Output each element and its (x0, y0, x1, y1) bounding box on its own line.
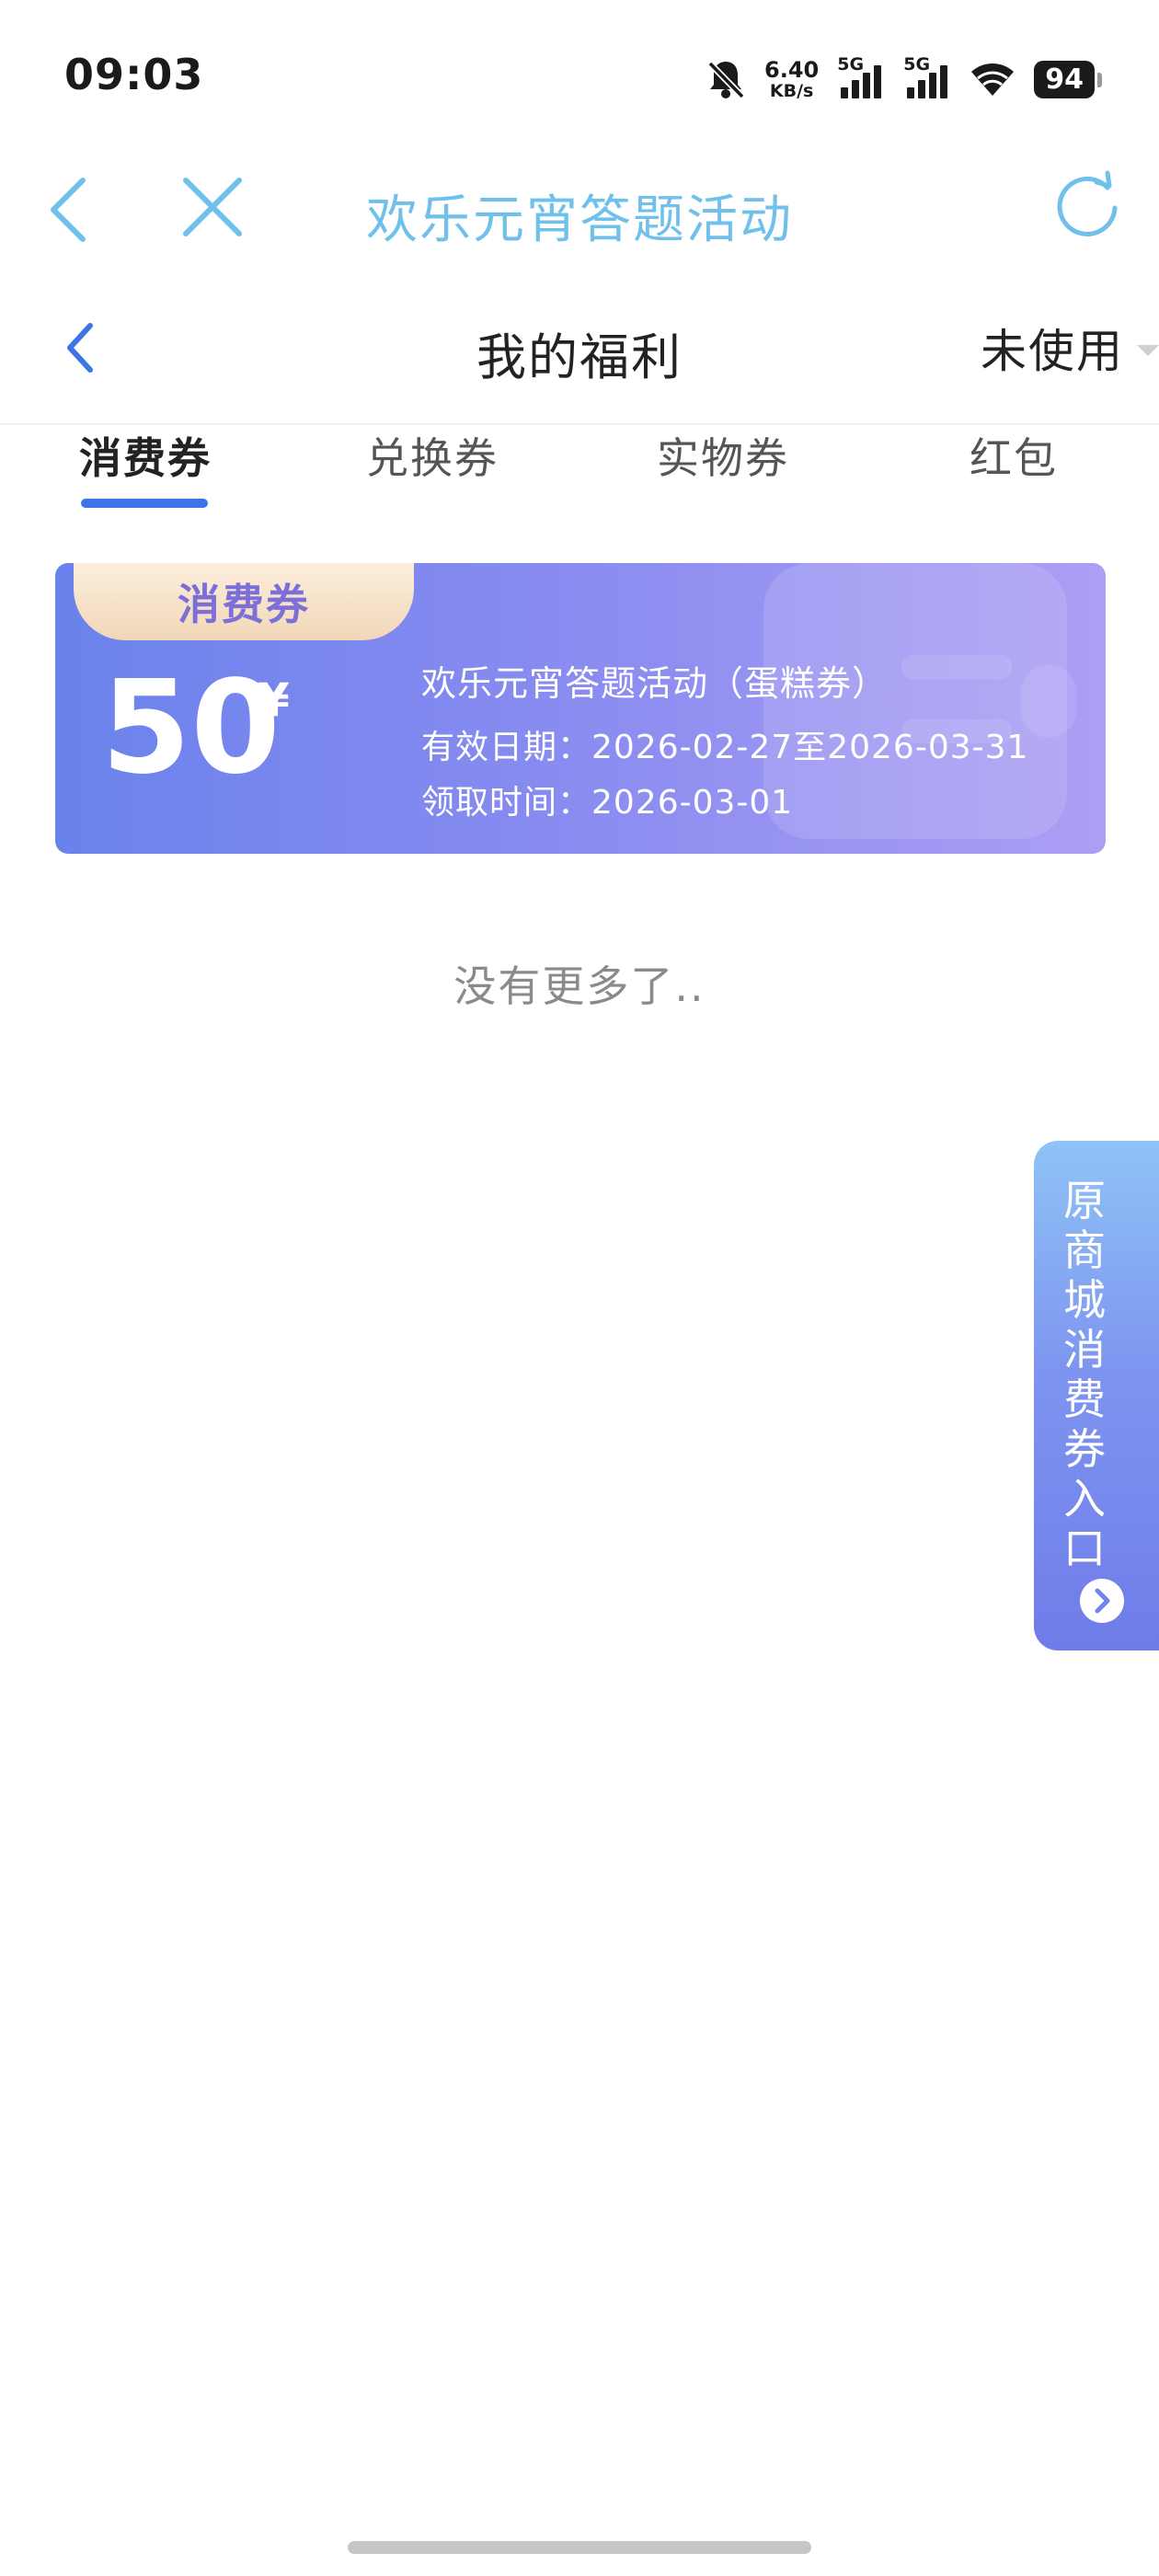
active-tab-indicator (81, 499, 208, 508)
page: 09:03 6.40 KB/s 5G 5G 94 欢乐元宵答题活动 我的福利 未… (0, 0, 1159, 2576)
side-entry-char: 入 (1063, 1474, 1106, 1524)
home-indicator[interactable] (348, 2541, 811, 2554)
coupon-received-time: 领取时间：2026-03-01 (421, 784, 794, 822)
network-speed-unit: KB/s (769, 80, 814, 101)
side-entry-char: 费 (1063, 1374, 1106, 1424)
coupon-card[interactable]: 消费券 50 ¥ 欢乐元宵答题活动（蛋糕券） 有效日期：2026-02-27至2… (55, 563, 1106, 854)
signal-label-1: 5G (837, 54, 865, 75)
refresh-icon[interactable] (1050, 169, 1124, 243)
original-mall-coupon-entry[interactable]: 原 商 城 消 费 券 入 口 (1034, 1141, 1159, 1650)
side-entry-char: 消 (1063, 1325, 1106, 1374)
network-speed-value: 6.40 (764, 56, 820, 83)
app-header: 我的福利 未使用 (0, 294, 1159, 425)
side-entry-label: 原 商 城 消 费 券 入 口 (1034, 1176, 1135, 1573)
side-entry-char: 券 (1063, 1424, 1106, 1474)
coupon-name: 欢乐元宵答题活动（蛋糕券） (421, 663, 889, 704)
status-time: 09:03 (64, 50, 204, 99)
side-entry-char: 口 (1063, 1524, 1106, 1573)
network-speed: 6.40 KB/s (764, 59, 819, 100)
coupon-tabs: 消费券 兑换券 实物券 红包 (0, 425, 1159, 535)
coupon-valid-period: 有效日期：2026-02-27至2026-03-31 (421, 729, 1029, 766)
webview-header: 欢乐元宵答题活动 (0, 138, 1159, 276)
side-entry-char: 商 (1063, 1225, 1106, 1275)
chevron-down-icon (1137, 345, 1159, 356)
chevron-right-icon (1080, 1579, 1124, 1623)
tab-consumer-coupon[interactable]: 消费券 (79, 425, 212, 486)
coupon-type-label: 消费券 (178, 580, 310, 629)
side-entry-char: 原 (1063, 1176, 1106, 1225)
coupon-amount: 50 (101, 653, 281, 803)
coupon-info: 欢乐元宵答题活动（蛋糕券） 有效日期：2026-02-27至2026-03-31… (421, 655, 1028, 823)
status-filter-value: 未使用 (981, 325, 1124, 378)
list-end-text: 没有更多了.. (453, 961, 706, 1011)
tab-red-packet[interactable]: 红包 (970, 425, 1058, 486)
tab-exchange-coupon[interactable]: 兑换券 (366, 425, 499, 486)
currency-symbol: ¥ (258, 673, 290, 727)
tab-physical-coupon[interactable]: 实物券 (657, 425, 789, 486)
bell-muted-icon (707, 61, 745, 99)
side-entry-char: 城 (1063, 1275, 1106, 1325)
coupon-type-tag: 消费券 (74, 563, 414, 640)
signal-icon-2: 5G (903, 54, 951, 102)
wifi-icon (971, 63, 1015, 96)
signal-label-2: 5G (903, 54, 931, 75)
battery-indicator: 94 (1034, 60, 1102, 98)
status-bar: 09:03 6.40 KB/s 5G 5G 94 (0, 0, 1159, 138)
status-filter-dropdown[interactable]: 未使用 (981, 315, 1159, 381)
status-icons: 6.40 KB/s 5G 5G 94 (706, 52, 1102, 107)
signal-icon-1: 5G (837, 54, 885, 102)
webview-title: 欢乐元宵答题活动 (366, 190, 793, 250)
